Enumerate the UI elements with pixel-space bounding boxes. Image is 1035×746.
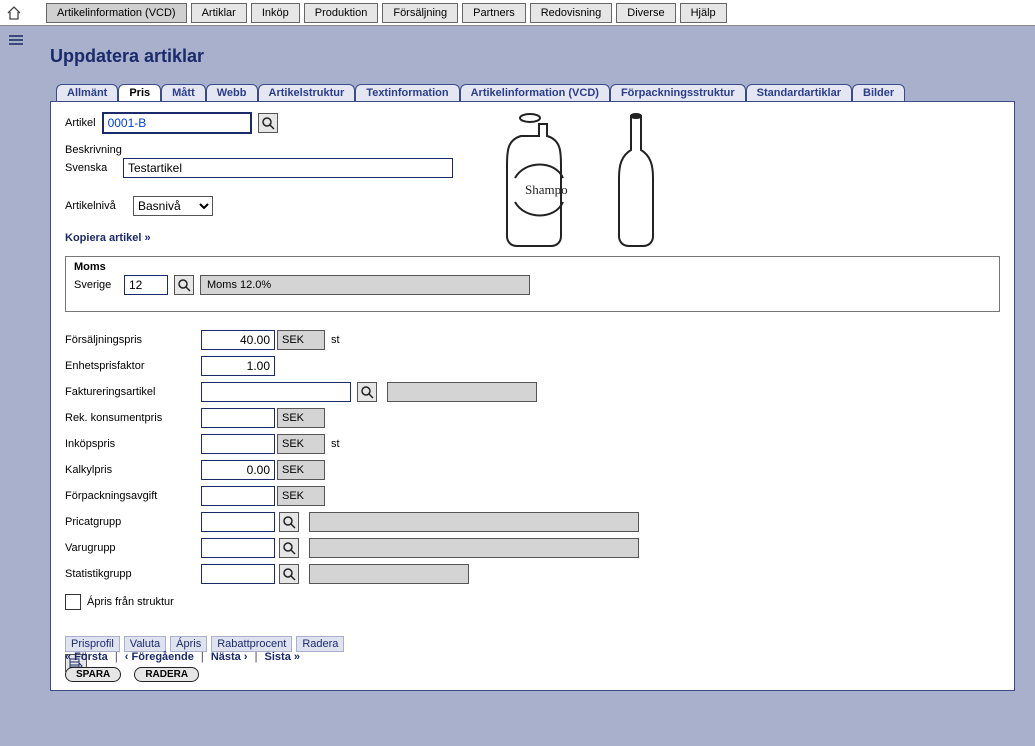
form-panel: Shampo Artikel <box>50 101 1015 691</box>
moms-code-input[interactable] <box>124 275 168 295</box>
artikel-label: Artikel <box>65 117 96 129</box>
kalkylpris-currency: SEK <box>277 460 325 480</box>
save-button[interactable]: SPARA <box>65 667 121 682</box>
page-title: Uppdatera artiklar <box>50 46 1015 67</box>
enhetsprisfaktor-input[interactable] <box>201 356 275 376</box>
faktureringsartikel-lookup-button[interactable] <box>357 382 377 402</box>
moms-group: Moms Sverige Moms 12.0% <box>65 256 1000 312</box>
tab-matt[interactable]: Mått <box>161 84 206 101</box>
menu-diverse[interactable]: Diverse <box>616 3 675 23</box>
product-illustration: Shampo <box>491 108 691 261</box>
forsaljningspris-label: Försäljningspris <box>65 334 201 346</box>
inkopspris-label: Inköpspris <box>65 438 201 450</box>
tab-standardartiklar[interactable]: Standardartiklar <box>746 84 852 101</box>
delete-button[interactable]: RADERA <box>134 667 199 682</box>
subtable-header: Prisprofil Valuta Ápris Rabattprocent Ra… <box>65 636 1000 652</box>
menu-redovisning[interactable]: Redovisning <box>530 3 613 23</box>
faktureringsartikel-display <box>387 382 537 402</box>
artikel-lookup-button[interactable] <box>258 113 278 133</box>
tab-artikelstruktur[interactable]: Artikelstruktur <box>258 84 356 101</box>
varugrupp-label: Varugrupp <box>65 542 201 554</box>
tab-forpackningsstruktur[interactable]: Förpackningsstruktur <box>610 84 746 101</box>
col-valuta: Valuta <box>124 636 166 652</box>
statistikgrupp-display <box>309 564 469 584</box>
artikelniva-label: Artikelnivå <box>65 200 127 212</box>
tab-allmant[interactable]: Allmänt <box>56 84 118 101</box>
moms-country-label: Sverige <box>74 279 118 291</box>
rek-konsumentpris-currency: SEK <box>277 408 325 428</box>
forpackningsavgift-currency: SEK <box>277 486 325 506</box>
pager-last[interactable]: Sista » <box>265 651 300 663</box>
menu-forsaljning[interactable]: Försäljning <box>382 3 458 23</box>
enhetsprisfaktor-label: Enhetsprisfaktor <box>65 360 201 372</box>
forpackningsavgift-input[interactable] <box>201 486 275 506</box>
grip-icon[interactable] <box>7 32 25 50</box>
col-prisprofil: Prisprofil <box>65 636 120 652</box>
record-pager: « Första | ‹ Föregående | Nästa › | Sist… <box>65 651 300 682</box>
tab-bar: Allmänt Pris Mått Webb Artikelstruktur T… <box>56 81 1015 101</box>
left-toolstrip <box>0 26 32 746</box>
faktureringsartikel-label: Faktureringsartikel <box>65 386 201 398</box>
varugrupp-display <box>309 538 639 558</box>
apris-fran-struktur-checkbox[interactable] <box>65 594 81 610</box>
menu-partners[interactable]: Partners <box>462 3 526 23</box>
rek-konsumentpris-input[interactable] <box>201 408 275 428</box>
varugrupp-input[interactable] <box>201 538 275 558</box>
pricatgrupp-label: Pricatgrupp <box>65 516 201 528</box>
forsaljningspris-currency: SEK <box>277 330 325 350</box>
moms-lookup-button[interactable] <box>174 275 194 295</box>
pricatgrupp-input[interactable] <box>201 512 275 532</box>
forsaljningspris-unit: st <box>331 334 340 346</box>
kalkylpris-input[interactable] <box>201 460 275 480</box>
menu-hjalp[interactable]: Hjälp <box>680 3 727 23</box>
inkopspris-currency: SEK <box>277 434 325 454</box>
rek-konsumentpris-label: Rek. konsumentpris <box>65 412 201 424</box>
moms-header: Moms <box>74 261 991 273</box>
pager-next[interactable]: Nästa › <box>211 651 248 663</box>
pricatgrupp-lookup-button[interactable] <box>279 512 299 532</box>
pager-prev[interactable]: ‹ Föregående <box>125 651 194 663</box>
apris-fran-struktur-label: Ápris från struktur <box>87 596 174 608</box>
col-apris: Ápris <box>170 636 207 652</box>
statistikgrupp-label: Statistikgrupp <box>65 568 201 580</box>
home-icon[interactable] <box>4 3 24 23</box>
forsaljningspris-input[interactable] <box>201 330 275 350</box>
svenska-label: Svenska <box>65 162 117 174</box>
pricatgrupp-display <box>309 512 639 532</box>
menu-artiklar[interactable]: Artiklar <box>191 3 247 23</box>
inkopspris-input[interactable] <box>201 434 275 454</box>
top-menubar: Artikelinformation (VCD) Artiklar Inköp … <box>0 0 1035 26</box>
menu-artikelinformation-vcd[interactable]: Artikelinformation (VCD) <box>46 3 187 23</box>
artikelniva-select[interactable]: Basnivå <box>133 196 213 216</box>
tab-artikelinformation-vcd[interactable]: Artikelinformation (VCD) <box>460 84 610 101</box>
varugrupp-lookup-button[interactable] <box>279 538 299 558</box>
tab-textinformation[interactable]: Textinformation <box>355 84 459 101</box>
beskrivning-input[interactable] <box>123 158 453 178</box>
kalkylpris-label: Kalkylpris <box>65 464 201 476</box>
col-radera: Radera <box>296 636 344 652</box>
inkopspris-unit: st <box>331 438 340 450</box>
statistikgrupp-input[interactable] <box>201 564 275 584</box>
artikel-input[interactable] <box>102 112 252 134</box>
faktureringsartikel-input[interactable] <box>201 382 351 402</box>
moms-display: Moms 12.0% <box>200 275 530 295</box>
kopiera-artikel-link[interactable]: Kopiera artikel » <box>65 232 151 244</box>
price-grid: Försäljningspris SEK st Enhetsprisfaktor… <box>65 330 1000 610</box>
svg-text:Shampo: Shampo <box>525 182 568 197</box>
pager-first[interactable]: « Första <box>65 651 108 663</box>
col-rabattprocent: Rabattprocent <box>211 636 292 652</box>
tab-webb[interactable]: Webb <box>206 84 258 101</box>
menu-produktion[interactable]: Produktion <box>304 3 379 23</box>
statistikgrupp-lookup-button[interactable] <box>279 564 299 584</box>
forpackningsavgift-label: Förpackningsavgift <box>65 490 201 502</box>
tab-pris[interactable]: Pris <box>118 84 161 101</box>
tab-bilder[interactable]: Bilder <box>852 84 905 101</box>
menu-inkop[interactable]: Inköp <box>251 3 300 23</box>
